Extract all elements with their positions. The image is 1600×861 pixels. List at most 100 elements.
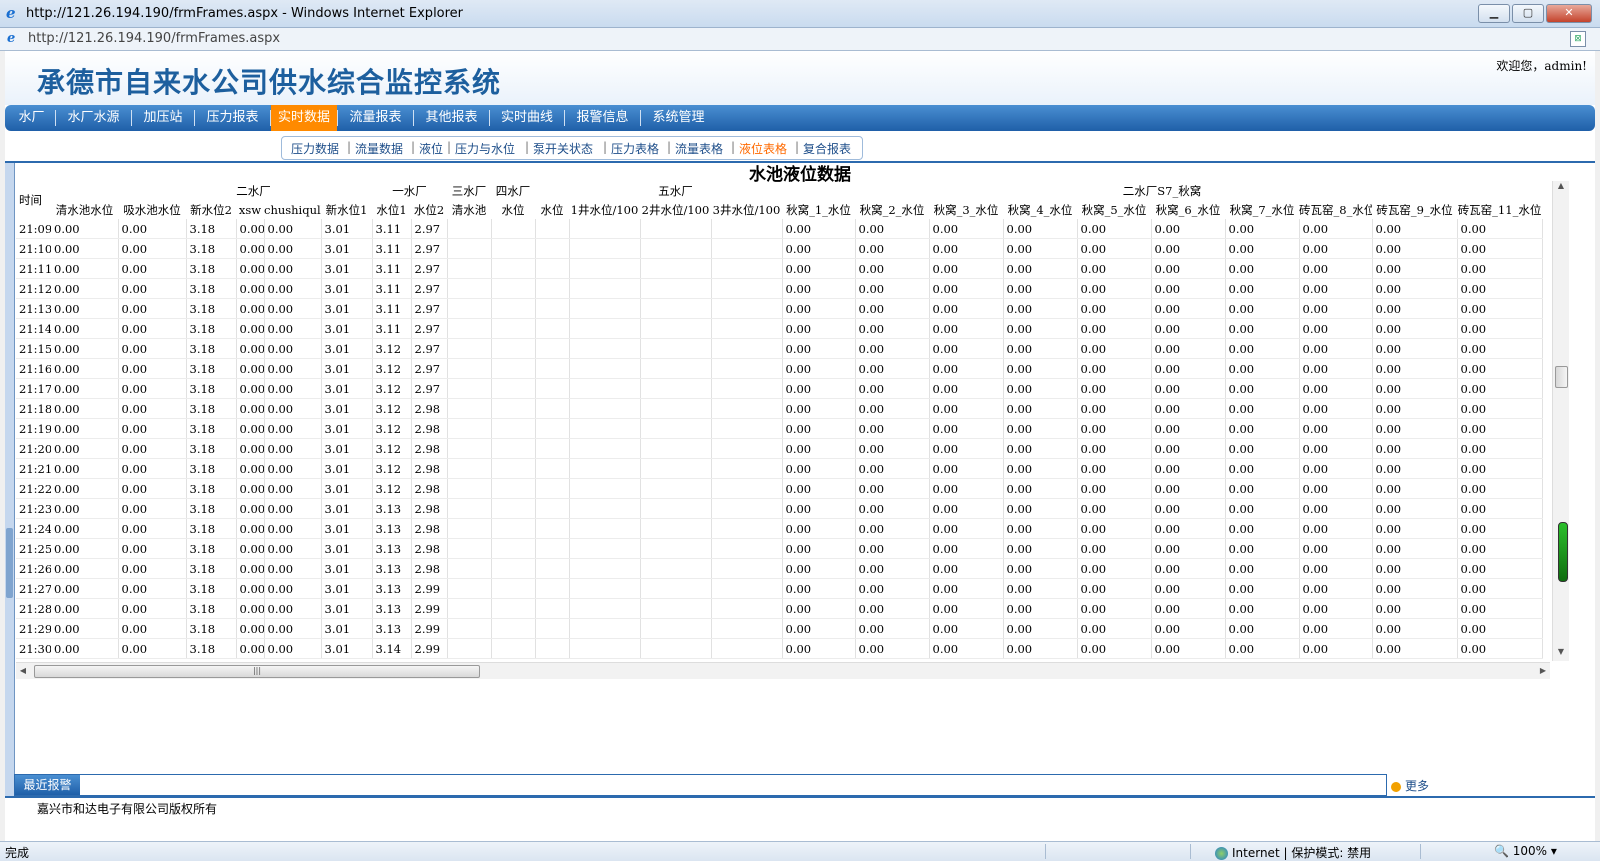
data-grid[interactable]: 时间 二水厂 一水厂 三水厂 四水厂 五水厂 二水厂S7_秋窝 清水池水位 吸水池… bbox=[16, 181, 1550, 661]
compatibility-view-icon[interactable]: ⊠ bbox=[1570, 31, 1586, 47]
subnav-item-8[interactable]: 复合报表 bbox=[803, 140, 851, 157]
minimize-button[interactable]: ▁ bbox=[1478, 4, 1510, 23]
table-cell: 0.00 bbox=[929, 338, 1004, 359]
time-header: 时间 bbox=[19, 193, 42, 207]
collapse-handle[interactable] bbox=[6, 528, 13, 598]
nav-item-7[interactable]: 实时曲线 bbox=[490, 105, 564, 131]
table-row[interactable]: 21:20 0.00 0.00 3.18 0.00 0.00 3.01 3.12 2.98 0.0… bbox=[16, 438, 1543, 459]
table-cell: 0.00 bbox=[1003, 458, 1078, 479]
subnav-item-5[interactable]: 压力表格 bbox=[611, 140, 659, 157]
table-cell bbox=[447, 418, 492, 439]
table-cell bbox=[711, 498, 783, 519]
table-cell: 3.01 bbox=[321, 338, 373, 359]
subnav-item-2[interactable]: 液位 bbox=[419, 140, 443, 157]
table-cell: 0.00 bbox=[1151, 358, 1226, 379]
table-row[interactable]: 21:26 0.00 0.00 3.18 0.00 0.00 3.01 3.13 2.98 0.0… bbox=[16, 558, 1543, 579]
table-row[interactable]: 21:12 0.00 0.00 3.18 0.00 0.00 3.01 3.11 2.97 0.0… bbox=[16, 278, 1543, 299]
table-cell: 0.00 bbox=[929, 618, 1004, 639]
scroll-right-icon[interactable]: ▶ bbox=[1536, 663, 1550, 679]
table-row[interactable]: 21:14 0.00 0.00 3.18 0.00 0.00 3.01 3.11 2.97 0.0… bbox=[16, 318, 1543, 339]
table-cell bbox=[491, 238, 536, 259]
nav-item-3[interactable]: 压力报表 bbox=[195, 105, 270, 131]
security-zone[interactable]: Internet | 保护模式: 禁用 bbox=[1215, 844, 1371, 861]
table-cell: 3.01 bbox=[321, 219, 373, 239]
table-row[interactable]: 21:09 0.00 0.00 3.18 0.00 0.00 3.01 3.11 2.97 0.0… bbox=[16, 219, 1543, 239]
nav-item-5[interactable]: 流量报表 bbox=[338, 105, 413, 131]
vertical-scrollbar[interactable]: ▲ ▼ bbox=[1552, 181, 1569, 661]
table-cell: 21:13 bbox=[16, 298, 51, 319]
table-row[interactable]: 21:30 0.00 0.00 3.18 0.00 0.00 3.01 3.14 2.99 0.0… bbox=[16, 638, 1543, 659]
column-header: 吸水池水位 bbox=[123, 202, 181, 217]
table-row[interactable]: 21:13 0.00 0.00 3.18 0.00 0.00 3.01 3.11 2.97 0.0… bbox=[16, 298, 1543, 319]
subnav-item-0[interactable]: 压力数据 bbox=[291, 140, 339, 157]
table-cell: 0.00 bbox=[236, 498, 265, 519]
nav-item-9[interactable]: 系统管理 bbox=[641, 105, 716, 131]
table-cell: 0.00 bbox=[51, 219, 119, 239]
table-cell: 0.00 bbox=[1077, 278, 1152, 299]
group-header-row: 时间 二水厂 一水厂 三水厂 四水厂 五水厂 二水厂S7_秋窝 bbox=[16, 181, 1542, 208]
zoom-level[interactable]: 🔍 100% ▾ bbox=[1494, 844, 1557, 858]
table-row[interactable]: 21:18 0.00 0.00 3.18 0.00 0.00 3.01 3.12 2.98 0.0… bbox=[16, 398, 1543, 419]
nav-item-8[interactable]: 报警信息 bbox=[565, 105, 640, 131]
close-button[interactable]: ✕ bbox=[1546, 4, 1592, 23]
table-row[interactable]: 21:11 0.00 0.00 3.18 0.00 0.00 3.01 3.11 2.97 0.0… bbox=[16, 258, 1543, 279]
table-cell bbox=[491, 378, 536, 399]
table-cell bbox=[535, 219, 570, 239]
table-row[interactable]: 21:25 0.00 0.00 3.18 0.00 0.00 3.01 3.13 2.98 0.0… bbox=[16, 538, 1543, 559]
table-cell: 0.00 bbox=[855, 478, 930, 499]
table-row[interactable]: 21:17 0.00 0.00 3.18 0.00 0.00 3.01 3.12 2.97 0.0… bbox=[16, 378, 1543, 399]
address-url[interactable]: http://121.26.194.190/frmFrames.aspx bbox=[28, 31, 280, 46]
table-row[interactable]: 21:27 0.00 0.00 3.18 0.00 0.00 3.01 3.13 2.99 0.0… bbox=[16, 578, 1543, 599]
subnav-item-7[interactable]: 液位表格 bbox=[739, 140, 787, 157]
table-cell: 0.00 bbox=[1003, 358, 1078, 379]
table-cell bbox=[711, 398, 783, 419]
nav-item-2[interactable]: 加压站 bbox=[132, 105, 194, 131]
table-row[interactable]: 21:24 0.00 0.00 3.18 0.00 0.00 3.01 3.13 2.98 0.0… bbox=[16, 518, 1543, 539]
table-cell: 0.00 bbox=[264, 219, 322, 239]
table-row[interactable]: 21:16 0.00 0.00 3.18 0.00 0.00 3.01 3.12 2.97 0.0… bbox=[16, 358, 1543, 379]
table-row[interactable]: 21:29 0.00 0.00 3.18 0.00 0.00 3.01 3.13 2.99 0.0… bbox=[16, 618, 1543, 639]
scroll-left-icon[interactable]: ◀ bbox=[16, 663, 30, 679]
nav-item-0[interactable]: 水厂 bbox=[8, 105, 55, 131]
scroll-down-icon[interactable]: ▼ bbox=[1553, 647, 1569, 661]
recent-alarm-bar: 最近报警 bbox=[14, 774, 1387, 796]
address-bar[interactable]: e http://121.26.194.190/frmFrames.aspx ⊠ bbox=[0, 28, 1600, 51]
subnav-item-6[interactable]: 流量表格 bbox=[675, 140, 723, 157]
table-row[interactable]: 21:10 0.00 0.00 3.18 0.00 0.00 3.01 3.11 2.97 0.0… bbox=[16, 238, 1543, 259]
table-cell: 0.00 bbox=[855, 318, 930, 339]
subnav-item-1[interactable]: 流量数据 bbox=[355, 140, 403, 157]
subnav-item-3[interactable]: 压力与水位 bbox=[455, 140, 515, 157]
subnav-item-4[interactable]: 泵开关状态 bbox=[533, 140, 593, 157]
horizontal-scrollbar[interactable]: ◀ ||| ▶ bbox=[16, 662, 1550, 679]
table-cell: 0.00 bbox=[1151, 438, 1226, 459]
more-link[interactable]: 更多 bbox=[1391, 777, 1429, 794]
table-row[interactable]: 21:21 0.00 0.00 3.18 0.00 0.00 3.01 3.12 2.98 0.0… bbox=[16, 458, 1543, 479]
maximize-button[interactable]: ▢ bbox=[1512, 4, 1544, 23]
vertical-scroll-thumb[interactable] bbox=[1555, 366, 1568, 388]
horizontal-scroll-thumb[interactable]: ||| bbox=[34, 665, 480, 678]
table-cell: 0.00 bbox=[118, 358, 187, 379]
table-cell bbox=[640, 518, 712, 539]
more-label[interactable]: 更多 bbox=[1405, 779, 1429, 793]
table-cell: 21:15 bbox=[16, 338, 51, 359]
side-slider-handle[interactable] bbox=[1558, 522, 1568, 582]
left-collapse-bar[interactable] bbox=[5, 163, 15, 797]
table-cell: 0.00 bbox=[118, 318, 187, 339]
table-row[interactable]: 21:22 0.00 0.00 3.18 0.00 0.00 3.01 3.12 2.98 0.0… bbox=[16, 478, 1543, 499]
table-cell: 0.00 bbox=[236, 318, 265, 339]
table-cell: 0.00 bbox=[118, 538, 187, 559]
nav-item-6[interactable]: 其他报表 bbox=[414, 105, 489, 131]
nav-item-4[interactable]: 实时数据 bbox=[271, 105, 337, 131]
nav-item-1[interactable]: 水厂水源 bbox=[56, 105, 131, 131]
table-cell: 0.00 bbox=[1003, 498, 1078, 519]
table-cell: 0.00 bbox=[1457, 538, 1543, 559]
table-row[interactable]: 21:23 0.00 0.00 3.18 0.00 0.00 3.01 3.13 2.98 0.0… bbox=[16, 498, 1543, 519]
table-cell: 0.00 bbox=[1457, 478, 1543, 499]
table-row[interactable]: 21:28 0.00 0.00 3.18 0.00 0.00 3.01 3.13 2.99 0.0… bbox=[16, 598, 1543, 619]
table-row[interactable]: 21:15 0.00 0.00 3.18 0.00 0.00 3.01 3.12 2.97 0.0… bbox=[16, 338, 1543, 359]
table-cell: 2.99 bbox=[411, 618, 448, 639]
table-row[interactable]: 21:19 0.00 0.00 3.18 0.00 0.00 3.01 3.12 2.98 0.0… bbox=[16, 418, 1543, 439]
table-cell bbox=[447, 578, 492, 599]
scroll-up-icon[interactable]: ▲ bbox=[1553, 181, 1569, 195]
table-cell: 0.00 bbox=[782, 618, 856, 639]
